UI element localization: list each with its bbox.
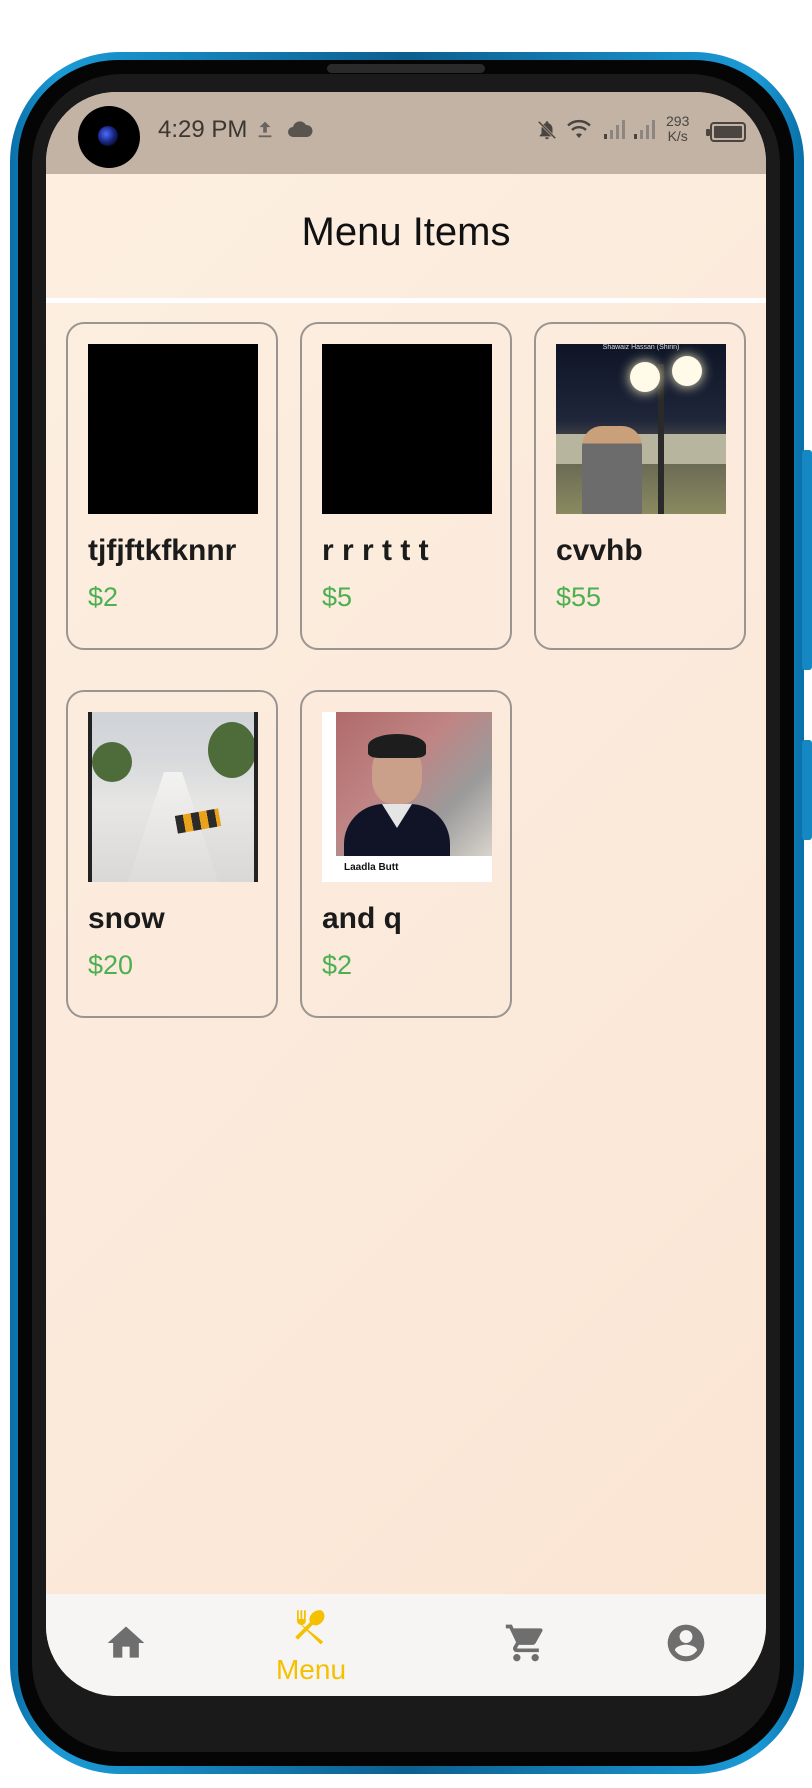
- page-title: Menu Items: [301, 209, 511, 254]
- menu-item-price: $2: [322, 950, 353, 980]
- bell-off-icon: [536, 118, 558, 147]
- nav-menu[interactable]: Menu: [246, 1594, 376, 1696]
- menu-item-image: Laadla Butt: [322, 712, 492, 882]
- menu-item-price: $55: [556, 582, 602, 612]
- cloud-icon: [286, 118, 314, 145]
- app-header: Menu Items: [46, 174, 766, 290]
- signal-icon-2: [632, 118, 656, 145]
- fork-spoon-icon: [288, 1605, 334, 1652]
- wifi-icon: [566, 118, 592, 145]
- image-lamp-post: [658, 364, 664, 514]
- image-lamp: [672, 356, 702, 386]
- bottom-nav: Menu: [46, 1594, 766, 1696]
- image-tree: [208, 722, 256, 778]
- nav-cart[interactable]: [486, 1594, 566, 1696]
- cart-icon: [504, 1621, 548, 1670]
- home-icon: [104, 1621, 148, 1670]
- image-edge: [88, 712, 92, 882]
- menu-item-price: $5: [322, 582, 353, 612]
- nav-profile[interactable]: [646, 1594, 726, 1696]
- menu-item-price: $20: [88, 950, 134, 980]
- menu-item-image: [322, 344, 492, 514]
- menu-item-name: cvvhb: [556, 534, 643, 567]
- menu-item-name: r r r t t t: [322, 534, 429, 567]
- image-hair: [368, 734, 426, 758]
- network-speed-unit: K/s: [667, 128, 688, 144]
- menu-item-image: Shawaiz Hassan (Shirin): [556, 344, 726, 514]
- upload-icon: [254, 118, 276, 145]
- image-caption: Laadla Butt: [344, 862, 399, 873]
- front-camera: [78, 106, 140, 168]
- network-speed-value: 293: [666, 113, 690, 129]
- image-tree: [92, 742, 132, 782]
- app-screen: 4:29 PM 293 K/s Menu Items tjfjftkfknnr …: [46, 92, 766, 1696]
- account-icon: [664, 1621, 708, 1670]
- menu-item-name: tjfjftkfknnr: [88, 534, 237, 567]
- status-time: 4:29 PM: [158, 116, 248, 143]
- menu-item-image: [88, 344, 258, 514]
- header-divider: [46, 298, 766, 303]
- menu-item-card[interactable]: snow $20: [66, 690, 278, 1018]
- menu-item-price: $2: [88, 582, 119, 612]
- status-bar: 4:29 PM 293 K/s: [46, 92, 766, 174]
- nav-menu-label: Menu: [275, 1653, 347, 1685]
- nav-home[interactable]: [86, 1594, 166, 1696]
- menu-item-card[interactable]: tjfjftkfknnr $2: [66, 322, 278, 650]
- volume-button: [802, 450, 812, 670]
- network-speed: 293 K/s: [666, 114, 689, 144]
- power-button: [802, 740, 812, 840]
- menu-item-image: [88, 712, 258, 882]
- menu-item-name: and q: [322, 902, 402, 935]
- signal-icon: [602, 118, 626, 145]
- menu-item-name: snow: [88, 902, 165, 935]
- menu-grid: tjfjftkfknnr $2 r r r t t t $5 Shawaiz H…: [66, 322, 746, 1018]
- image-lamp: [630, 362, 660, 392]
- battery-icon: [706, 122, 746, 142]
- menu-item-card[interactable]: r r r t t t $5: [300, 322, 512, 650]
- menu-item-card[interactable]: Laadla Butt and q $2: [300, 690, 512, 1018]
- image-edge: [254, 712, 258, 882]
- menu-item-card[interactable]: Shawaiz Hassan (Shirin) cvvhb $55: [534, 322, 746, 650]
- image-person: [582, 426, 642, 514]
- phone-speaker: [327, 64, 485, 73]
- image-caption: Shawaiz Hassan (Shirin): [602, 344, 680, 351]
